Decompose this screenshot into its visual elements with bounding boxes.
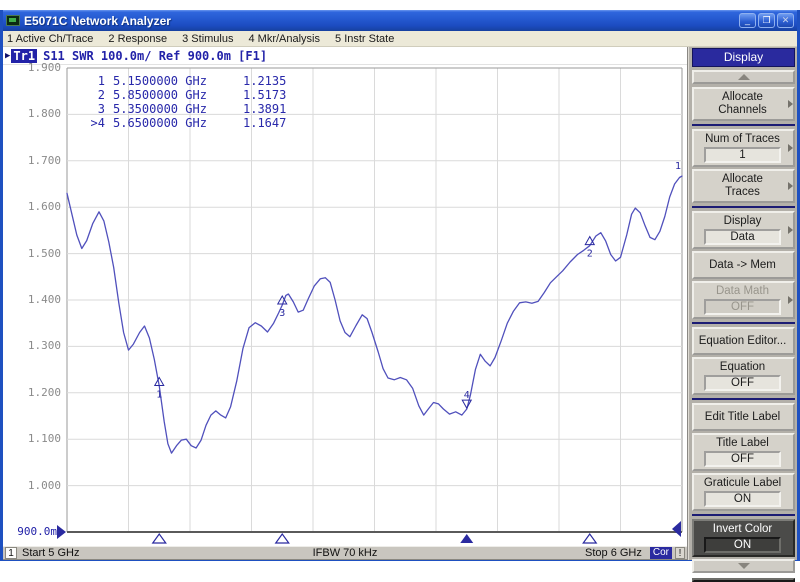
submenu-arrow-icon [788, 144, 793, 152]
softkey-sidebar: Display AllocateChannelsNum of Traces1Al… [687, 47, 797, 560]
triangle-down-icon [738, 563, 750, 569]
softkey-value: ON [704, 537, 781, 553]
y-tick-label: 1.000 [3, 479, 61, 492]
softkey-equation[interactable]: EquationOFF [692, 357, 795, 395]
marker-row: 25.8500000 GHz1.5173 [79, 88, 286, 102]
softkey-label: Title Label [698, 437, 787, 450]
softkey-label: Equation Editor... [698, 335, 787, 348]
trace-format-text: S11 SWR 100.0m/ Ref 900.0m [F1] [43, 49, 267, 63]
y-tick-label: 1.100 [3, 432, 61, 445]
softkey-num-of-traces[interactable]: Num of Traces1 [692, 129, 795, 167]
softkey-scroll-down-button[interactable] [692, 559, 795, 573]
marker-readout-table: 15.1500000 GHz1.213525.8500000 GHz1.5173… [79, 74, 286, 130]
submenu-arrow-icon [788, 296, 793, 304]
softkey-display[interactable]: DisplayData [692, 211, 795, 249]
y-tick-label: 1.400 [3, 293, 61, 306]
softkey-group-separator [692, 514, 795, 516]
softkey-label: Allocate [698, 173, 787, 186]
app-window: E5071C Network Analyzer _ ❐ ✕ 1 Active C… [0, 10, 800, 561]
softkey-group-separator [692, 124, 795, 126]
softkey-data-math: Data MathOFF [692, 281, 795, 319]
menu-item-4-mkr-analysis[interactable]: 4 Mkr/Analysis [248, 33, 320, 45]
softkey-menu-title: Display [692, 48, 795, 67]
softkey-label: Equation [698, 361, 787, 374]
softkey-group-separator [692, 206, 795, 208]
menu-item-2-response[interactable]: 2 Response [108, 33, 167, 45]
close-button[interactable]: ✕ [777, 13, 794, 28]
svg-text:4: 4 [464, 390, 470, 401]
softkey-value: ON [704, 491, 781, 507]
softkey-graticule-label[interactable]: Graticule LabelON [692, 473, 795, 511]
title-bar: E5071C Network Analyzer _ ❐ ✕ [3, 10, 797, 31]
softkey-label: Invert Color [698, 523, 787, 536]
softkey-label: Graticule Label [698, 477, 787, 490]
menu-bar: 1 Active Ch/Trace 2 Response 3 Stimulus 4 M… [3, 31, 797, 47]
svg-text:3: 3 [279, 308, 285, 319]
softkey-edit-title-label[interactable]: Edit Title Label [692, 403, 795, 431]
softkey-data-mem[interactable]: Data -> Mem [692, 251, 795, 279]
softkey-value: Data [704, 229, 781, 245]
softkey-invert-color[interactable]: Invert ColorON [692, 519, 795, 557]
marker-row: >45.6500000 GHz1.1647 [79, 116, 286, 130]
svg-text:1: 1 [156, 390, 162, 401]
y-tick-label: 1.700 [3, 154, 61, 167]
softkey-label: Display [698, 215, 787, 228]
softkey-equation-editor[interactable]: Equation Editor... [692, 327, 795, 355]
y-tick-label: 1.300 [3, 339, 61, 352]
window-title: E5071C Network Analyzer [24, 14, 739, 28]
softkey-label: Allocate [698, 91, 787, 104]
softkey-allocate-traces[interactable]: AllocateTraces [692, 169, 795, 203]
reference-level-arrow-icon [57, 525, 66, 539]
softkey-scroll-up-button[interactable] [692, 70, 795, 84]
softkey-group-separator [692, 398, 795, 400]
softkey-label: Traces [698, 186, 787, 199]
sweep-position-arrow-icon [672, 521, 681, 537]
menu-item-3-stimulus[interactable]: 3 Stimulus [182, 33, 233, 45]
ifbw-label: IFBW 70 kHz [3, 547, 687, 559]
svg-text:2: 2 [587, 249, 593, 260]
softkey-title-label[interactable]: Title LabelOFF [692, 433, 795, 471]
y-tick-label: 1.500 [3, 247, 61, 260]
softkey-label: Channels [698, 104, 787, 117]
y-tick-label: 1.600 [3, 200, 61, 213]
softkey-label: Edit Title Label [698, 411, 787, 424]
softkey-empty-panel [692, 578, 795, 582]
y-tick-label: 1.200 [3, 386, 61, 399]
softkey-label: Data Math [698, 285, 787, 298]
marker-row: 35.3500000 GHz1.3891 [79, 102, 286, 116]
softkey-label: Data -> Mem [698, 259, 787, 272]
menu-item-1-active-ch-trace[interactable]: 1 Active Ch/Trace [7, 33, 93, 45]
channel-window: ▶ Tr1 S11 SWR 100.0m/ Ref 900.0m [F1] 1 2… [3, 47, 687, 560]
status-bar: 1 Start 5 GHz IFBW 70 kHz Stop 6 GHz Cor… [3, 546, 687, 560]
maximize-button[interactable]: ❐ [758, 13, 775, 28]
submenu-arrow-icon [788, 182, 793, 190]
graticule-area: 12341 1.9001.8001.7001.6001.5001.4001.30… [3, 65, 687, 546]
softkey-allocate-channels[interactable]: AllocateChannels [692, 87, 795, 121]
reference-level-label: 900.0m [3, 525, 57, 538]
marker-row: 15.1500000 GHz1.2135 [79, 74, 286, 88]
submenu-arrow-icon [788, 100, 793, 108]
active-trace-arrow-icon: ▶ [5, 51, 10, 61]
minimize-button[interactable]: _ [739, 13, 756, 28]
swr-chart: 1 2 3 4 1 [3, 65, 687, 546]
trace-header: ▶ Tr1 S11 SWR 100.0m/ Ref 900.0m [F1] [3, 47, 687, 65]
softkey-label: Num of Traces [698, 133, 787, 146]
y-tick-label: 1.900 [3, 61, 61, 74]
submenu-arrow-icon [788, 226, 793, 234]
svg-text:1: 1 [675, 161, 681, 172]
softkey-value: OFF [704, 375, 781, 391]
y-tick-label: 1.800 [3, 107, 61, 120]
softkey-group-separator [692, 322, 795, 324]
triangle-up-icon [738, 74, 750, 80]
menu-item-5-instr-state[interactable]: 5 Instr State [335, 33, 394, 45]
softkey-value: OFF [704, 451, 781, 467]
app-icon [6, 15, 20, 26]
softkey-value: 1 [704, 147, 781, 163]
softkey-value: OFF [704, 299, 781, 315]
